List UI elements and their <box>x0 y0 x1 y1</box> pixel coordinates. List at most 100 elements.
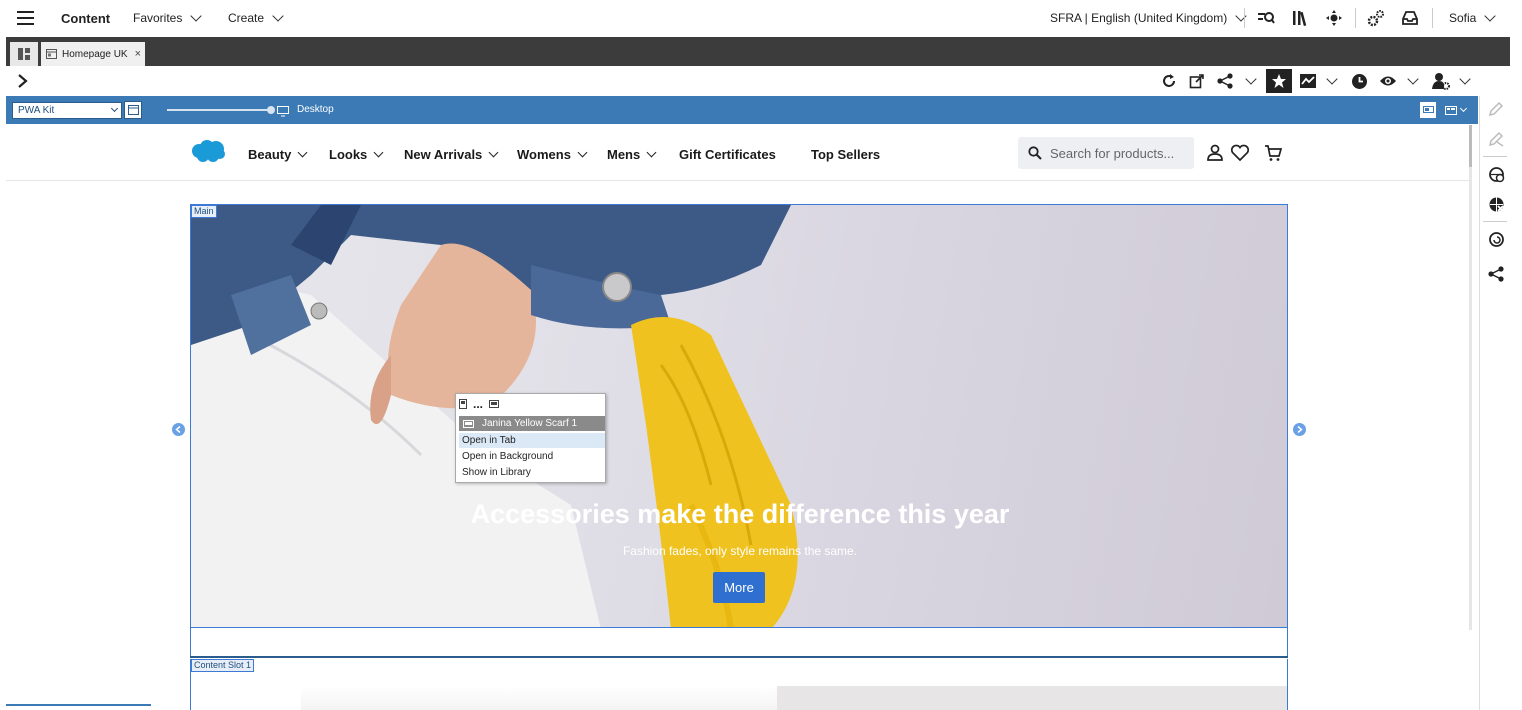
product-search-input[interactable]: Search for products... <box>1018 137 1194 169</box>
menu-item-open-in-tab[interactable]: Open in Tab <box>459 433 605 448</box>
nav-item-mens[interactable]: Mens <box>607 147 657 162</box>
monitor-icon <box>1422 105 1434 113</box>
favorite-star-icon[interactable] <box>1266 69 1292 93</box>
site-locale-selector[interactable]: SFRA | English (United Kingdom) <box>1050 9 1247 25</box>
preview-options-button[interactable] <box>1438 102 1472 118</box>
scrollbar-thumb[interactable] <box>1469 125 1472 167</box>
preview-scrollbar[interactable] <box>1469 125 1472 630</box>
preview-mode-button[interactable] <box>1420 102 1436 118</box>
site-locale-label: SFRA | English (United Kingdom) <box>1050 11 1228 25</box>
context-menu-title-label: Janina Yellow Scarf 1 <box>482 418 578 429</box>
main-slot-label: Main <box>191 205 217 218</box>
layout-icon <box>1444 105 1457 115</box>
page-icon <box>46 49 57 59</box>
hero-image <box>191 205 798 627</box>
site-select[interactable]: PWA Kit <box>12 102 122 119</box>
create-menu[interactable]: Create <box>228 9 284 25</box>
app-title[interactable]: Content <box>61 11 110 26</box>
visibility-dropdown-chevron-icon[interactable] <box>1406 72 1420 90</box>
create-label: Create <box>228 11 265 25</box>
settings-gears-icon[interactable] <box>1367 9 1385 27</box>
breadcrumb-ellipsis[interactable]: ... <box>473 398 483 410</box>
chevron-down-icon <box>577 147 588 157</box>
dashboard-tab[interactable] <box>10 42 38 66</box>
desktop-icon <box>277 104 289 117</box>
storefront-header: Beauty Looks New Arrivals Womens Mens Gi… <box>6 125 1472 181</box>
chevron-down-icon <box>1459 104 1467 113</box>
tab-close-icon[interactable]: × <box>135 48 141 60</box>
favorites-menu[interactable]: Favorites <box>133 9 203 25</box>
preview-bar: PWA Kit Desktop <box>6 96 1478 124</box>
wishlist-heart-icon[interactable] <box>1230 144 1250 162</box>
divider <box>1483 156 1507 157</box>
nav-item-looks[interactable]: Looks <box>329 147 384 162</box>
nav-item-womens[interactable]: Womens <box>517 147 588 162</box>
component-icon <box>463 419 474 428</box>
open-external-icon[interactable] <box>1188 72 1206 90</box>
globe-sync-icon[interactable] <box>1487 231 1505 249</box>
layout-toggle-button[interactable] <box>124 101 142 119</box>
share-dropdown-chevron-icon[interactable] <box>1244 72 1258 90</box>
hamburger-menu-icon[interactable] <box>17 11 34 25</box>
nav-item-new-arrivals[interactable]: New Arrivals <box>404 147 499 162</box>
account-icon[interactable] <box>1206 144 1224 162</box>
divider <box>1483 221 1507 222</box>
carousel-prev-icon[interactable] <box>172 423 185 436</box>
nav-label: Gift Certificates <box>679 147 776 162</box>
inbox-icon[interactable] <box>1401 9 1419 27</box>
chevron-down-icon <box>297 147 308 157</box>
menu-item-open-in-background[interactable]: Open in Background <box>459 449 605 464</box>
nav-item-top-sellers[interactable]: Top Sellers <box>811 147 880 162</box>
user-name: Sofia <box>1449 11 1477 25</box>
hero-more-button[interactable]: More <box>713 572 765 603</box>
component-icon[interactable] <box>489 400 500 408</box>
search-placeholder: Search for products... <box>1050 145 1175 161</box>
user-settings-icon[interactable] <box>1431 72 1451 90</box>
search-filter-icon[interactable] <box>1257 9 1275 27</box>
expand-panel-icon[interactable] <box>16 73 30 89</box>
tab-homepage-uk[interactable]: Homepage UK × <box>41 42 145 66</box>
device-icon[interactable] <box>459 399 467 409</box>
menu-item-show-in-library[interactable]: Show in Library <box>459 465 605 480</box>
content-slot-label: Content Slot 1 <box>191 659 255 672</box>
cart-icon[interactable] <box>1264 144 1283 162</box>
select-chevron-icon <box>110 104 119 113</box>
edit-pencil-icon[interactable] <box>1487 101 1505 119</box>
share-icon[interactable] <box>1216 72 1236 90</box>
analytics-dropdown-chevron-icon[interactable] <box>1325 72 1339 90</box>
chevron-down-icon <box>373 147 384 157</box>
nav-label: Beauty <box>248 147 292 162</box>
context-menu-header: ... <box>459 397 500 411</box>
analytics-icon[interactable] <box>1298 72 1318 90</box>
chevron-down-icon <box>272 9 284 22</box>
slot-spacer <box>190 627 1288 657</box>
visibility-eye-icon[interactable] <box>1378 72 1398 90</box>
nav-label: Top Sellers <box>811 147 881 162</box>
tab-bar: Homepage UK × <box>6 37 1510 66</box>
viewport-slider[interactable] <box>167 106 275 114</box>
editor-toolbar <box>6 67 1510 95</box>
context-menu-title[interactable]: Janina Yellow Scarf 1 <box>459 416 605 431</box>
user-settings-dropdown-chevron-icon[interactable] <box>1458 72 1472 90</box>
share-icon[interactable] <box>1487 266 1505 284</box>
move-target-icon[interactable] <box>1325 9 1343 27</box>
library-icon[interactable] <box>1291 9 1309 27</box>
slider-handle[interactable] <box>267 106 275 114</box>
search-icon <box>1028 146 1042 160</box>
carousel-next-icon[interactable] <box>1293 423 1306 436</box>
chevron-down-icon <box>1235 9 1247 22</box>
main-slot-hero[interactable]: Main Accessories make the difference thi… <box>190 204 1288 628</box>
slot-image-right <box>777 686 1287 710</box>
chevron-down-icon <box>1484 9 1497 22</box>
sync-globe-icon[interactable] <box>1487 166 1505 184</box>
salesforce-logo[interactable] <box>190 140 226 164</box>
nav-item-gift-certificates[interactable]: Gift Certificates <box>679 147 776 162</box>
edit-disabled-icon[interactable] <box>1487 131 1505 149</box>
user-menu[interactable]: Sofia <box>1449 9 1497 25</box>
content-slot-1[interactable]: Content Slot 1 <box>190 659 1288 710</box>
globe-remove-icon[interactable] <box>1487 196 1505 214</box>
refresh-icon[interactable] <box>1160 72 1178 90</box>
schedule-clock-icon[interactable] <box>1350 72 1368 90</box>
nav-item-beauty[interactable]: Beauty <box>248 147 308 162</box>
nav-label: Mens <box>607 147 641 162</box>
